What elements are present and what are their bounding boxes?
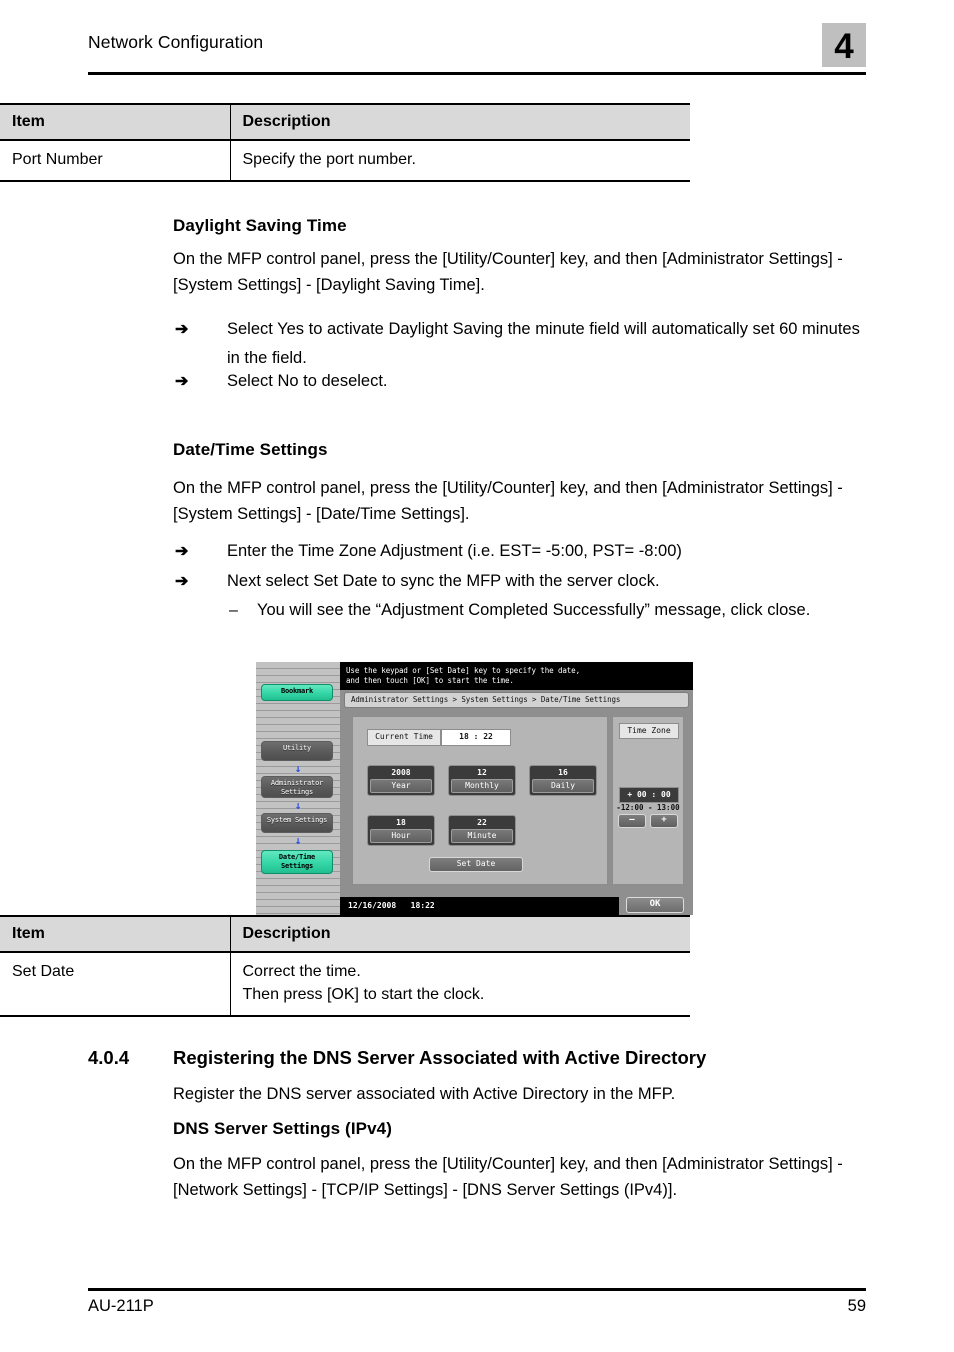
mfp-instruction-message: Use the keypad or [Set Date] key to spec… [340,662,693,690]
footer-divider [88,1288,866,1291]
cell-item: Port Number [0,140,231,183]
mfp-day-field[interactable]: 16 Daily [529,765,597,796]
daylight-saving-bullet-1: ➔ Select Yes to activate Daylight Saving… [173,315,863,373]
table-header-row: Item Description [0,103,690,141]
date-time-settings-paragraph: On the MFP control panel, press the [Uti… [173,479,843,523]
mfp-set-date-button[interactable]: Set Date [429,857,523,872]
arrow-bullet-icon: ➔ [175,573,189,590]
mfp-administrator-settings-button[interactable]: Administrator Settings [261,776,333,798]
page-header: Network Configuration 4 [88,23,866,75]
section-title: Registering the DNS Server Associated wi… [173,1047,707,1068]
mfp-hour-field[interactable]: 18 Hour [367,815,435,846]
bullet-text: Select No to deselect. [227,372,388,390]
column-header-description: Description [230,915,690,953]
date-time-bullet-2: ➔ Next select Set Date to sync the MFP w… [173,567,863,596]
time-zone-increment-button[interactable]: + [650,814,678,828]
hour-label: Hour [370,829,432,843]
current-time-value: 18 : 22 [441,729,511,746]
down-arrow-icon: ↓ [294,762,302,775]
cell-description: Specify the port number. [230,140,690,183]
mfp-navigation-rail: Bookmark Utility ↓ Administrator Setting… [256,662,340,915]
down-arrow-icon: ↓ [294,799,302,812]
header-title: Network Configuration [88,32,264,52]
mfp-month-field[interactable]: 12 Monthly [448,765,516,796]
down-arrow-icon: ↓ [294,834,302,847]
mfp-status-bar: 12/16/2008 18:22 [340,897,619,915]
section-number: 4.0.4 [88,1047,130,1068]
column-header-description: Description [230,103,690,141]
section-paragraph: Register the DNS server associated with … [173,1085,676,1103]
daylight-saving-bullet-2: ➔ Select No to deselect. [173,367,863,396]
arrow-bullet-icon: ➔ [175,321,189,338]
minute-value: 22 [477,818,487,827]
status-time: 18:22 [410,901,435,910]
status-date: 12/16/2008 [348,901,397,910]
time-zone-range: -12:00 - 13:00 [616,803,680,812]
hour-value: 18 [396,818,406,827]
dns-server-settings-heading: DNS Server Settings (IPv4) [173,1119,392,1138]
time-zone-value: + 00 : 00 [619,787,679,803]
mfp-bookmark-button[interactable]: Bookmark [261,684,333,701]
chapter-badge: 4 [822,23,866,67]
day-label: Daily [532,779,594,793]
column-header-item: Item [0,915,231,953]
dash-bullet-icon: – [229,602,238,619]
mfp-year-field[interactable]: 2008 Year [367,765,435,796]
year-label: Year [370,779,432,793]
set-date-table: Item Description Set Date Correct the ti… [0,915,690,1018]
column-header-item: Item [0,103,231,141]
arrow-bullet-icon: ➔ [175,543,189,560]
mfp-system-settings-button[interactable]: System Settings [261,813,333,833]
month-value: 12 [477,768,487,777]
bullet-text: You will see the “Adjustment Completed S… [257,601,811,619]
cell-description: Correct the time. Then press [OK] to sta… [230,952,690,1018]
mfp-control-panel-screenshot: Bookmark Utility ↓ Administrator Setting… [256,662,693,915]
document-code: AU-211P [88,1297,154,1315]
mfp-work-area: Current Time 18 : 22 2008 Year 12 Monthl… [340,690,693,915]
port-number-table: Item Description Port Number Specify the… [0,103,690,183]
daylight-saving-heading: Daylight Saving Time [173,216,347,235]
mfp-date-time-settings-button[interactable]: Date/Time Settings [261,850,333,874]
table-row: Set Date Correct the time. Then press [O… [0,952,690,1018]
mfp-time-zone-panel: Time Zone + 00 : 00 -12:00 - 13:00 – + [612,716,684,885]
year-value: 2008 [391,768,411,777]
time-zone-title: Time Zone [619,723,679,739]
mfp-minute-field[interactable]: 22 Minute [448,815,516,846]
current-time-label: Current Time [367,729,441,746]
arrow-bullet-icon: ➔ [175,373,189,390]
bullet-text: Enter the Time Zone Adjustment (i.e. EST… [227,542,682,560]
minute-label: Minute [451,829,513,843]
day-value: 16 [558,768,568,777]
dns-server-settings-paragraph: On the MFP control panel, press the [Uti… [173,1155,843,1199]
mfp-date-time-form: Current Time 18 : 22 2008 Year 12 Monthl… [352,716,608,885]
time-zone-decrement-button[interactable]: – [618,814,646,828]
header-divider [88,72,866,75]
bullet-text: Select Yes to activate Daylight Saving t… [227,320,860,367]
mfp-utility-button[interactable]: Utility [261,741,333,761]
table-row: Port Number Specify the port number. [0,140,690,183]
mfp-breadcrumb: Administrator Settings > System Settings… [344,692,689,708]
bullet-text: Next select Set Date to sync the MFP wit… [227,572,660,590]
cell-item: Set Date [0,952,231,1018]
chapter-number: 4 [834,27,854,66]
month-label: Monthly [451,779,513,793]
date-time-settings-heading: Date/Time Settings [173,440,328,459]
date-time-sub-bullet: – You will see the “Adjustment Completed… [173,596,863,625]
daylight-saving-paragraph: On the MFP control panel, press the [Uti… [173,250,843,294]
date-time-bullet-1: ➔ Enter the Time Zone Adjustment (i.e. E… [173,537,863,566]
mfp-ok-button[interactable]: OK [626,897,684,913]
page-number: 59 [847,1297,866,1315]
table-header-row: Item Description [0,915,690,953]
